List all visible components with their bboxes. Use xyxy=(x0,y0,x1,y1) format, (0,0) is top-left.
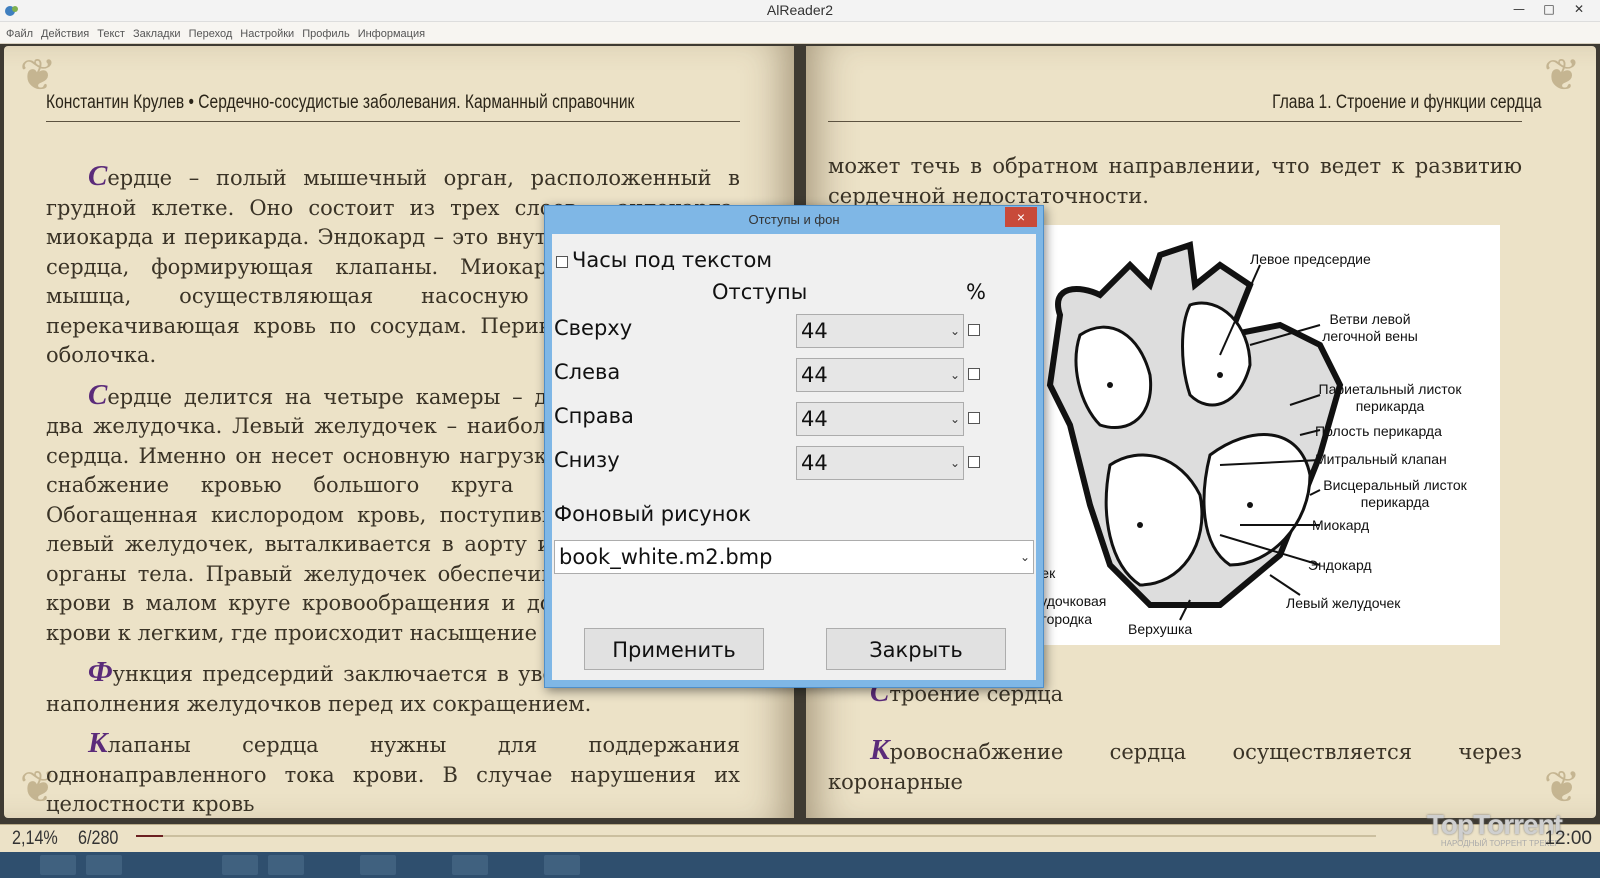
maximize-button[interactable]: □ xyxy=(1534,0,1564,20)
menu-actions[interactable]: Действия xyxy=(37,25,93,40)
progress-fill xyxy=(136,835,163,837)
drop-cap: С xyxy=(88,378,108,411)
drop-cap: С xyxy=(88,160,108,192)
figure-label: Митральный клапан xyxy=(1315,451,1447,467)
drop-cap: К xyxy=(88,727,108,759)
right-page-bottom-text: Кровоснабжение сердца осуществляется чер… xyxy=(828,736,1522,809)
left-margin-label: Слева xyxy=(554,360,621,384)
left-margin-select[interactable]: 44 ⌄ xyxy=(796,358,964,392)
paragraph-text: ровоснабжение сердца осуществляется чере… xyxy=(828,740,1522,794)
bottom-margin-select[interactable]: 44 ⌄ xyxy=(796,446,964,480)
right-margin-percent-checkbox[interactable] xyxy=(968,412,980,424)
progress-percent: 2,14% xyxy=(12,828,58,849)
minimize-button[interactable]: — xyxy=(1504,0,1534,20)
top-margin-label: Сверху xyxy=(554,316,633,340)
chevron-down-icon: ⌄ xyxy=(1019,550,1030,564)
figure-label: Эндокард xyxy=(1308,557,1372,573)
clock: 12:00 xyxy=(1544,828,1592,849)
select-value: book_white.m2.bmp xyxy=(559,545,773,569)
head-rule xyxy=(46,121,740,122)
paragraph: Кровоснабжение сердца осуществляется чер… xyxy=(828,736,1522,797)
top-margin-select[interactable]: 44 ⌄ xyxy=(796,314,964,348)
right-margin-label: Справа xyxy=(554,404,634,428)
menu-settings[interactable]: Настройки xyxy=(236,25,298,40)
head-rule xyxy=(828,121,1522,122)
taskbar xyxy=(0,852,1600,878)
drop-cap: Ф xyxy=(88,656,113,688)
taskbar-button[interactable] xyxy=(86,855,122,875)
background-image-select[interactable]: book_white.m2.bmp ⌄ xyxy=(554,540,1034,574)
percent-header: % xyxy=(966,280,986,304)
heart-figure: Левое предсердие Ветви левой легочной ве… xyxy=(1020,225,1500,645)
window-title: AlReader2 xyxy=(766,2,834,18)
figure-label: Полость перикарда xyxy=(1315,423,1442,439)
running-head-left: Константин Крулев • Сердечно-сосудистые … xyxy=(46,92,635,113)
dialog-close-icon[interactable]: × xyxy=(1005,207,1037,227)
right-page-top-text: может течь в обратном направлении, что в… xyxy=(828,154,1522,208)
drop-cap: К xyxy=(870,734,890,766)
figure-label: Ветви левой легочной вены xyxy=(1322,311,1418,344)
menu-text[interactable]: Текст xyxy=(93,25,129,40)
watermark-logo: TopTorrent xyxy=(1426,809,1563,840)
right-margin-select[interactable]: 44 ⌄ xyxy=(796,402,964,436)
taskbar-button[interactable] xyxy=(360,855,396,875)
select-value: 44 xyxy=(801,451,828,475)
margins-header: Отступы xyxy=(712,280,808,304)
menu-bar: Файл Действия Текст Закладки Переход Настройк… xyxy=(0,22,1600,44)
bottom-margin-percent-checkbox[interactable] xyxy=(968,456,980,468)
select-value: 44 xyxy=(801,363,828,387)
background-image-label: Фоновый рисунок xyxy=(554,502,751,526)
close-button[interactable]: Закрыть xyxy=(826,628,1006,670)
dialog-title: Отступы и фон xyxy=(748,212,840,227)
figure-label: Левое предсердие xyxy=(1250,251,1371,267)
select-value: 44 xyxy=(801,407,828,431)
menu-goto[interactable]: Переход xyxy=(185,25,237,40)
menu-file[interactable]: Файл xyxy=(0,25,37,40)
paragraph-text: лапаны сердца нужны для поддержания одно… xyxy=(46,733,740,816)
select-value: 44 xyxy=(801,319,828,343)
close-window-button[interactable]: ✕ xyxy=(1564,0,1594,20)
menu-bookmarks[interactable]: Закладки xyxy=(129,25,185,40)
chevron-down-icon: ⌄ xyxy=(949,456,960,470)
clock-under-text-checkbox[interactable] xyxy=(556,256,568,268)
taskbar-button[interactable] xyxy=(222,855,258,875)
chevron-down-icon: ⌄ xyxy=(949,368,960,382)
left-margin-percent-checkbox[interactable] xyxy=(968,368,980,380)
figure-label: Верхушка xyxy=(1128,621,1193,637)
reading-progress-bar[interactable] xyxy=(136,835,1376,837)
top-margin-percent-checkbox[interactable] xyxy=(968,324,980,336)
title-bar: AlReader2 — □ ✕ xyxy=(0,0,1600,22)
taskbar-button[interactable] xyxy=(268,855,304,875)
figure-label: Париетальный листок перикарда xyxy=(1318,381,1462,414)
menu-info[interactable]: Информация xyxy=(354,25,429,40)
apply-button[interactable]: Применить xyxy=(584,628,764,670)
watermark-subtitle: НАРОДНЫЙ ТОРРЕНТ ТРЕКЕР xyxy=(1440,839,1560,848)
menu-profile[interactable]: Профиль xyxy=(298,25,354,40)
chevron-down-icon: ⌄ xyxy=(949,412,960,426)
figure-label: Миокард xyxy=(1312,517,1370,533)
page-counter: 6/280 xyxy=(78,828,119,849)
clock-under-text-label: Часы под текстом xyxy=(572,248,773,272)
paragraph: Клапаны сердца нужны для поддержания одн… xyxy=(46,729,740,818)
chevron-down-icon: ⌄ xyxy=(949,324,960,338)
taskbar-button[interactable] xyxy=(40,855,76,875)
status-bar: 2,14% 6/280 TopTorrent НАРОДНЫЙ ТОРРЕНТ … xyxy=(0,809,1600,852)
running-head-right: Глава 1. Строение и функции сердца xyxy=(1272,92,1542,113)
bottom-margin-label: Снизу xyxy=(554,448,620,472)
taskbar-button[interactable] xyxy=(544,855,580,875)
margins-background-dialog: Отступы и фон × Часы под текстом Отступы… xyxy=(544,205,1044,688)
figure-label: Висцеральный листок перикарда xyxy=(1323,477,1467,510)
dialog-body: Часы под текстом Отступы % Сверху 44 ⌄ Сл… xyxy=(552,234,1036,680)
figure-label: Левый желудочек xyxy=(1286,595,1401,611)
taskbar-button[interactable] xyxy=(452,855,488,875)
